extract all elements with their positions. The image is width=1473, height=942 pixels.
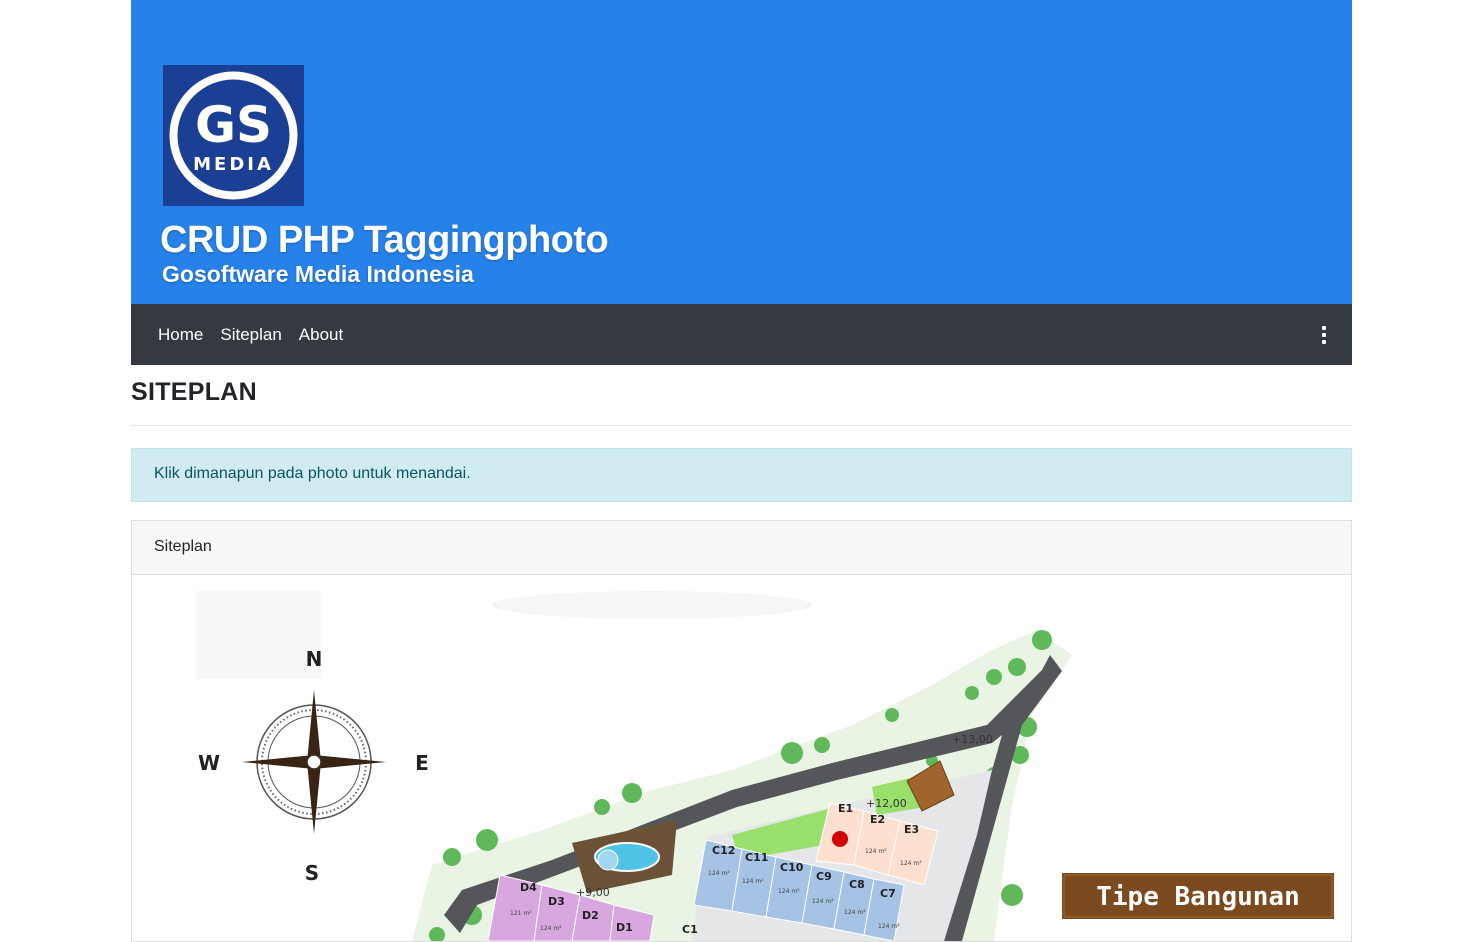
siteplan-card: Siteplan N S E W E1 E2 E3 C12 C11 C10 C9… xyxy=(131,520,1352,942)
lot-label-c7: C7 xyxy=(880,887,896,900)
info-alert: Klik dimanapun pada photo untuk menandai… xyxy=(131,448,1352,502)
page-title: SITEPLAN xyxy=(131,378,258,406)
page-container: GS MEDIA CRUD PHP Taggingphoto Gosoftwar… xyxy=(131,0,1352,942)
nav-siteplan-link[interactable]: Siteplan xyxy=(220,325,281,345)
lot-label-d4: D4 xyxy=(520,881,537,894)
siteplan-image[interactable]: N S E W E1 E2 E3 C12 C11 C10 C9 C8 C7 C1… xyxy=(132,575,1351,941)
kebab-menu-icon[interactable] xyxy=(1321,326,1327,344)
kebab-dot xyxy=(1322,326,1326,330)
lot-label-d3: D3 xyxy=(548,895,565,908)
elevation-label: +13,00 xyxy=(952,733,993,746)
lot-area-c9: 124 m² xyxy=(812,898,834,905)
logo-text-gs: GS xyxy=(195,96,272,154)
kebab-dot xyxy=(1322,340,1326,344)
card-header: Siteplan xyxy=(132,521,1351,575)
lot-label-c1: C1 xyxy=(682,923,698,936)
lot-label-e3: E3 xyxy=(904,823,919,836)
compass-west-label: W xyxy=(198,751,220,775)
main-navbar: Home Siteplan About xyxy=(131,304,1352,365)
lot-area-c12: 124 m² xyxy=(708,870,730,877)
lot-label-c9: C9 xyxy=(816,870,832,883)
lot-label-c8: C8 xyxy=(849,878,865,891)
card-body: N S E W E1 E2 E3 C12 C11 C10 C9 C8 C7 C1… xyxy=(132,575,1351,941)
site-title: CRUD PHP Taggingphoto xyxy=(160,219,609,261)
tipe-bangunan-banner: Tipe Bangunan xyxy=(1062,873,1334,919)
lot-area-c10: 124 m² xyxy=(778,888,800,895)
lot-label-e1: E1 xyxy=(838,802,853,815)
lot-label-c12: C12 xyxy=(712,844,735,857)
nav-home-link[interactable]: Home xyxy=(158,325,203,345)
compass-south-label: S xyxy=(305,861,319,885)
elevation-label: +12,00 xyxy=(866,797,907,810)
lot-label-c11: C11 xyxy=(745,851,768,864)
title-divider xyxy=(131,425,1352,426)
compass-rose: N S E W xyxy=(198,647,429,885)
logo-text-media: MEDIA xyxy=(193,154,274,175)
header-banner: GS MEDIA CRUD PHP Taggingphoto Gosoftwar… xyxy=(131,0,1352,304)
lot-area-e2: 124 m² xyxy=(865,848,887,855)
lot-label-d2: D2 xyxy=(582,909,599,922)
lot-label-d1: D1 xyxy=(616,921,633,934)
compass-north-label: N xyxy=(306,647,323,671)
compass-east-label: E xyxy=(415,751,429,775)
lot-area-e3: 124 m² xyxy=(900,860,922,867)
gs-media-logo[interactable]: GS MEDIA xyxy=(163,65,304,206)
lot-area-c8: 124 m² xyxy=(844,909,866,916)
legend-label: Tipe Bangunan xyxy=(1096,882,1300,912)
lot-label-e2: E2 xyxy=(870,813,885,826)
lot-label-c10: C10 xyxy=(780,861,804,874)
nav-links: Home Siteplan About xyxy=(158,304,360,365)
elevation-label: +9,00 xyxy=(576,886,610,899)
lot-area-d4: 121 m² xyxy=(510,910,532,917)
nav-about-link[interactable]: About xyxy=(299,325,343,345)
lot-area-d3: 124 m² xyxy=(540,925,562,932)
kebab-dot xyxy=(1322,333,1326,337)
card-title: Siteplan xyxy=(154,538,212,555)
alert-text: Klik dimanapun pada photo untuk menandai… xyxy=(154,465,471,482)
lot-area-c11: 124 m² xyxy=(742,878,764,885)
tag-marker[interactable] xyxy=(832,831,848,847)
lot-area-c7: 124 m² xyxy=(878,923,900,930)
site-subtitle: Gosoftware Media Indonesia xyxy=(162,261,474,287)
